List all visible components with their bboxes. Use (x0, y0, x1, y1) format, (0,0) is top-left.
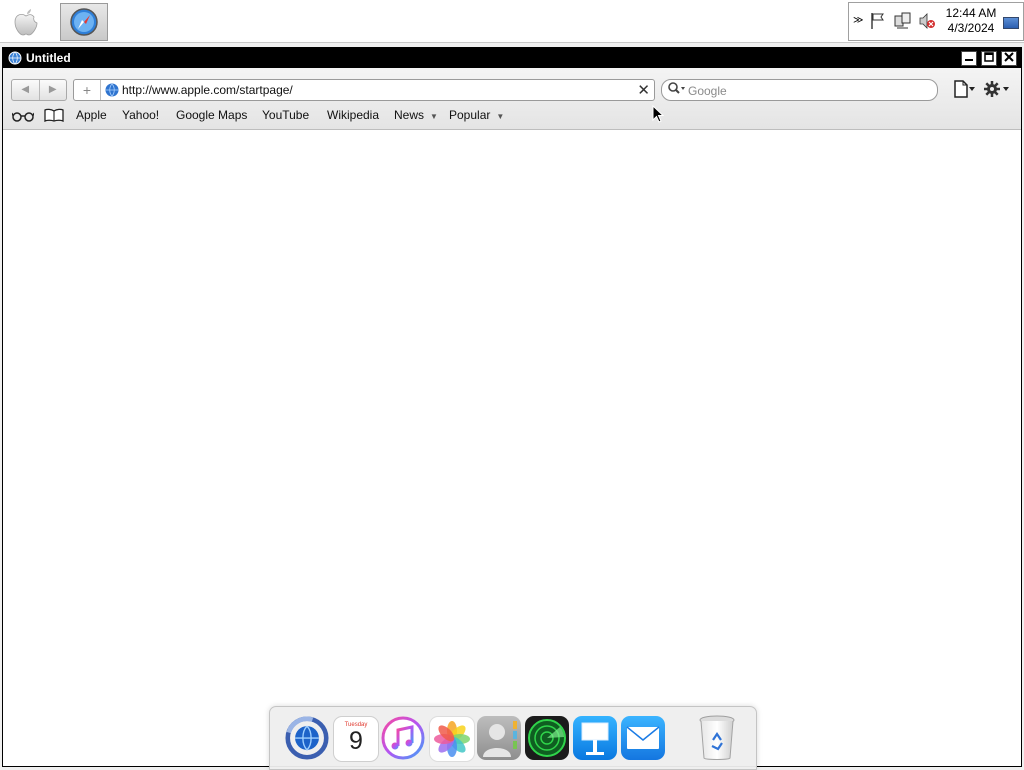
bookmarks-book-icon[interactable] (44, 108, 64, 122)
keynote-podium-icon (581, 722, 609, 755)
address-bar[interactable]: + http://www.apple.com/startpage/ ✕ (73, 79, 655, 101)
bookmark-yahoo[interactable]: Yahoo! (122, 108, 159, 122)
mail-envelope-icon (626, 726, 660, 749)
taskbar: ≫ 12:44 AM 4/3/2024 (0, 0, 1024, 43)
news-dropdown-arrow-icon: ▼ (430, 112, 438, 121)
forward-button[interactable]: ▶ (38, 80, 67, 100)
safari-icon (70, 8, 98, 36)
search-field[interactable]: Google (661, 79, 938, 101)
page-menu-icon[interactable] (953, 80, 977, 98)
taskbar-safari-button[interactable] (60, 3, 108, 41)
clock-date: 4/3/2024 (947, 21, 995, 35)
dock-trash[interactable] (695, 715, 739, 760)
dock-photos[interactable] (429, 716, 475, 762)
maximize-button[interactable] (981, 51, 997, 66)
minimize-button[interactable] (961, 51, 977, 66)
title-bar[interactable]: Untitled (3, 48, 1021, 68)
dock-itunes[interactable] (381, 716, 425, 760)
show-desktop-icon[interactable] (1003, 17, 1019, 29)
site-globe-icon (105, 83, 119, 97)
apple-menu-button[interactable] (6, 3, 46, 39)
dock-finder[interactable] (285, 716, 329, 760)
clock-time: 12:44 AM (945, 6, 997, 20)
system-tray: ≫ 12:44 AM 4/3/2024 (848, 2, 1024, 41)
speaker-muted-icon[interactable] (918, 12, 936, 30)
reading-list-icon[interactable] (12, 110, 34, 122)
radar-icon (528, 719, 566, 757)
bookmark-news-menu[interactable]: News ▼ (394, 108, 438, 122)
bookmark-youtube[interactable]: YouTube (262, 108, 309, 122)
dock-contacts[interactable] (477, 716, 521, 760)
mouse-pointer-icon (652, 105, 664, 123)
url-input[interactable]: http://www.apple.com/startpage/ (122, 83, 293, 97)
bookmarks-bar: Apple Yahoo! Google Maps YouTube Wikiped… (3, 104, 1021, 126)
navigation-buttons: ◀ ▶ (11, 79, 67, 101)
tray-expand-icon[interactable]: ≫ (853, 15, 863, 26)
dock-mail[interactable] (621, 716, 665, 760)
window-globe-icon (8, 51, 22, 65)
bookmark-apple[interactable]: Apple (76, 108, 107, 122)
dock: Tuesday 9 (269, 706, 757, 770)
window-title: Untitled (26, 51, 71, 65)
close-button[interactable] (1001, 51, 1017, 66)
back-button[interactable]: ◀ (12, 80, 39, 100)
dock-keynote[interactable] (573, 716, 617, 760)
page-content-area[interactable] (3, 130, 1021, 766)
settings-gear-icon[interactable] (983, 80, 1011, 98)
bookmark-popular-menu[interactable]: Popular ▼ (449, 108, 504, 122)
popular-dropdown-arrow-icon: ▼ (496, 112, 505, 121)
search-placeholder: Google (688, 84, 727, 98)
browser-window: Untitled ◀ ▶ + http://www.apple.com/star… (2, 47, 1022, 767)
bookmark-wikipedia[interactable]: Wikipedia (327, 108, 379, 122)
clear-url-button[interactable]: ✕ (637, 81, 650, 99)
bookmark-google-maps[interactable]: Google Maps (176, 108, 247, 122)
network-icon[interactable] (894, 12, 912, 30)
finder-globe-icon (285, 716, 329, 760)
minimize-icon (965, 59, 973, 61)
calendar-date-number: 9 (349, 727, 363, 755)
photos-flower-icon (434, 721, 470, 757)
close-icon (1004, 52, 1014, 62)
trash-bin-icon (699, 715, 735, 760)
add-bookmark-button[interactable]: + (74, 80, 101, 100)
dock-find-my-iphone[interactable] (525, 716, 569, 760)
dock-calendar[interactable]: Tuesday 9 (333, 716, 379, 762)
bookmark-news-label: News (394, 108, 425, 122)
search-icon (668, 82, 685, 94)
system-clock[interactable]: 12:44 AM 4/3/2024 (941, 6, 1001, 36)
contacts-person-icon (483, 721, 517, 757)
apple-icon (14, 9, 38, 36)
bookmark-popular-label: Popular (449, 108, 491, 122)
maximize-icon (984, 52, 994, 62)
flag-icon[interactable] (870, 12, 886, 30)
music-note-icon (381, 716, 425, 760)
browser-toolbar: ◀ ▶ + http://www.apple.com/startpage/ ✕ … (3, 68, 1021, 130)
